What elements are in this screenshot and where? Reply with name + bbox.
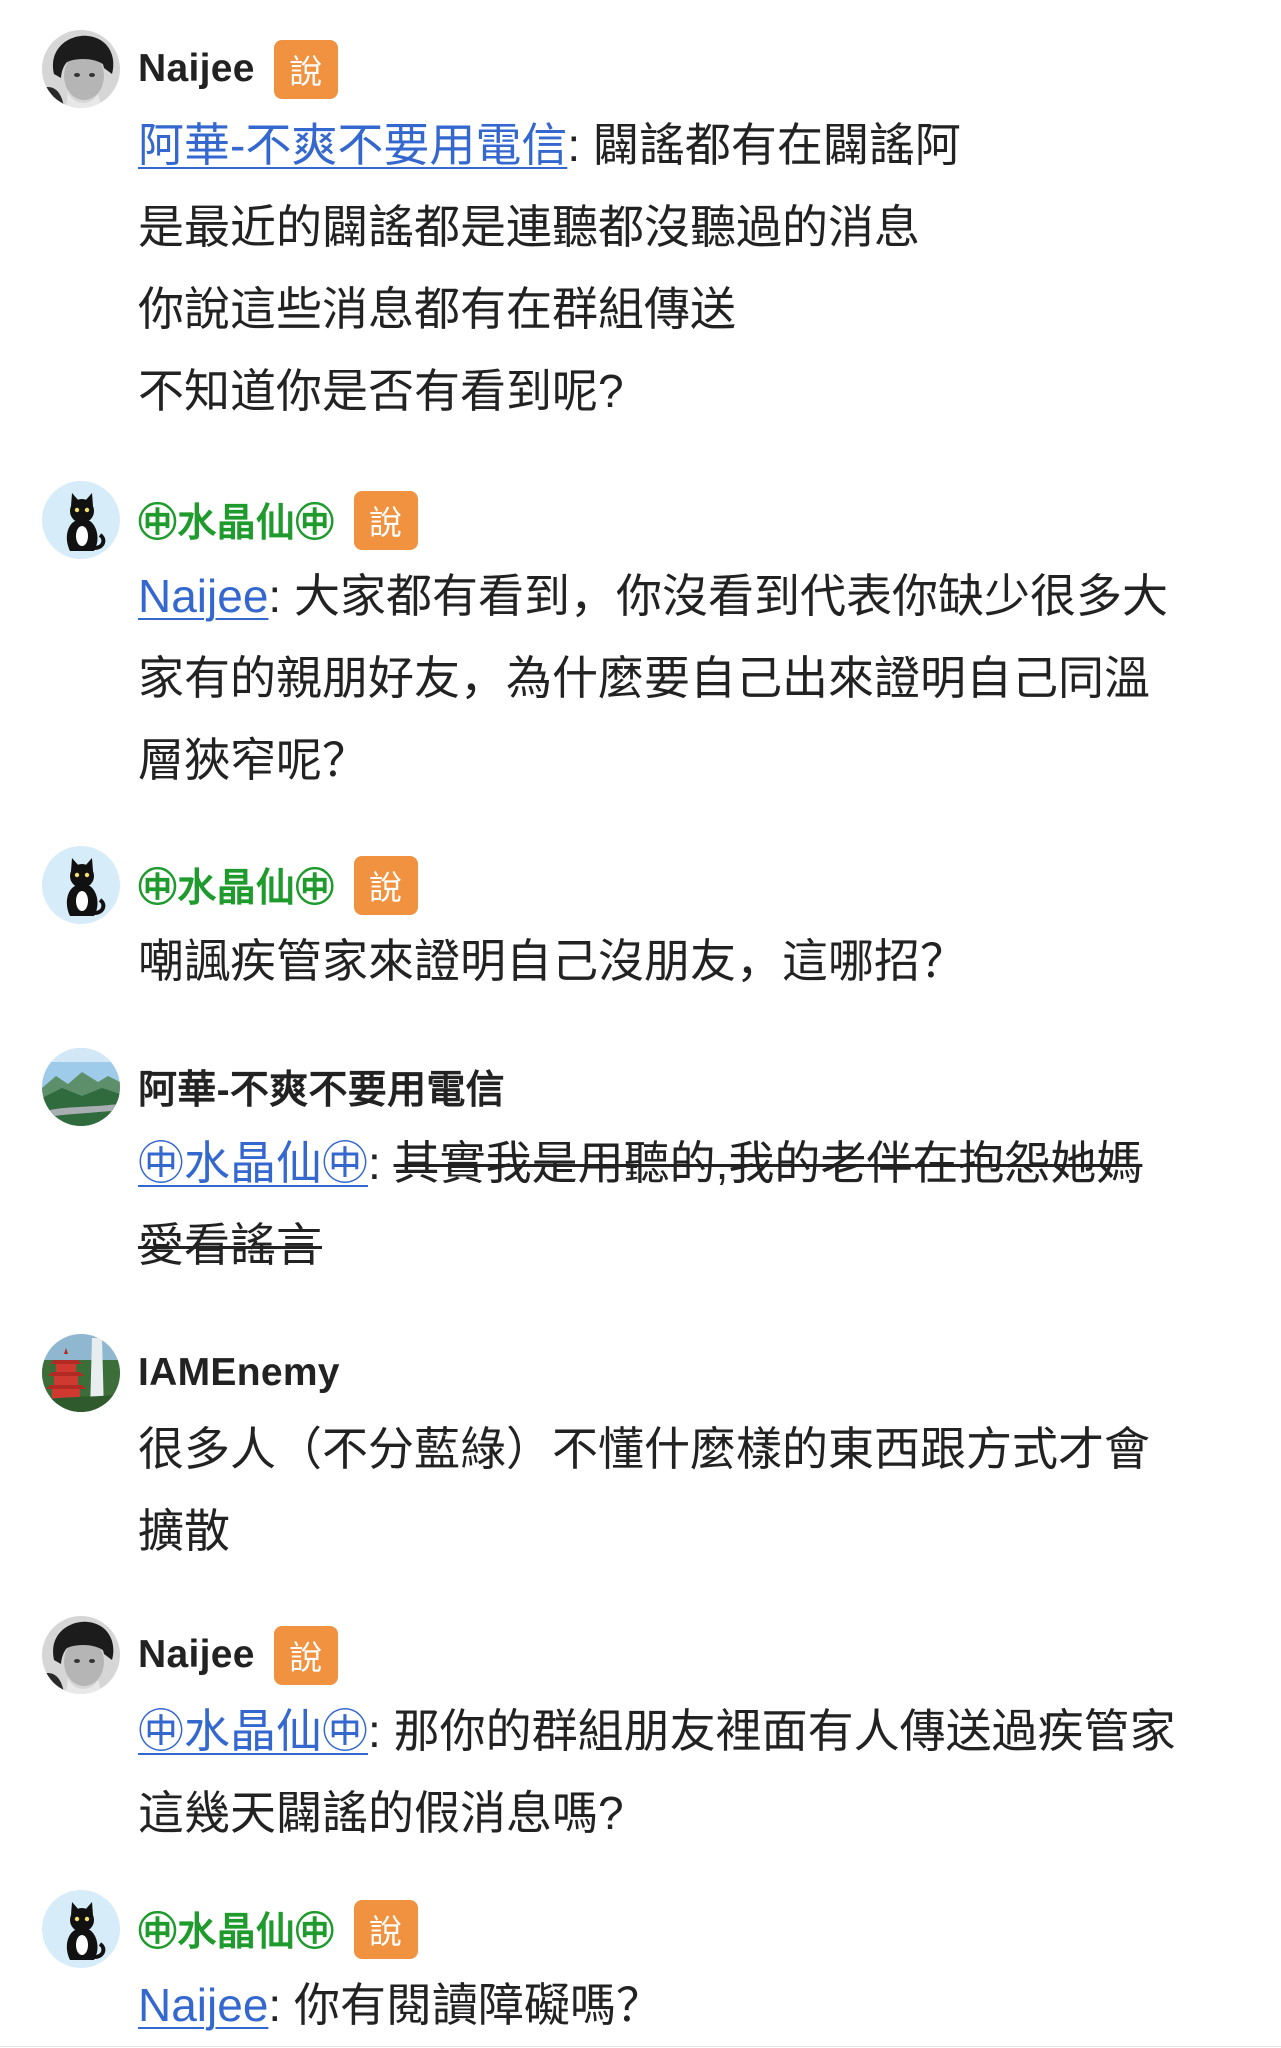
post-text: 是最近的闢謠都是連聽都沒聽過的消息 xyxy=(138,201,920,253)
post-text: 你說這些消息都有在群組傳送 xyxy=(138,283,736,335)
username[interactable]: ㊥水晶仙㊥ xyxy=(138,857,335,913)
post-text: 嘲諷疾管家來證明自己沒朋友，這哪招？ xyxy=(138,935,966,987)
post-header: 阿華-不爽不要用電信 xyxy=(138,1048,505,1126)
post-body: 阿華-不爽不要用電信: 闢謠都有在闢謠阿 是最近的闢謠都是連聽都沒聽過的消息 你… xyxy=(138,104,1258,432)
post: IAMEnemy 很多人（不分藍綠）不懂什麼樣的東西跟方式才會 擴散 xyxy=(0,1334,1281,1557)
say-badge: 說 xyxy=(353,490,418,550)
post-body: Naijee: 大家都有看到，你沒看到代表你缺少很多大 家有的親朋好友，為什麼要… xyxy=(138,555,1258,801)
post-header: IAMEnemy xyxy=(138,1334,340,1412)
post-header: ㊥水晶仙㊥ 說 xyxy=(138,481,418,559)
mention-separator: : xyxy=(368,1705,394,1757)
username[interactable]: Naijee xyxy=(138,47,255,91)
username[interactable]: IAMEnemy xyxy=(138,1351,340,1395)
post-body: 嘲諷疾管家來證明自己沒朋友，這哪招？ xyxy=(138,920,1258,1002)
post-header: ㊥水晶仙㊥ 說 xyxy=(138,1890,418,1968)
username[interactable]: ㊥水晶仙㊥ xyxy=(138,492,335,548)
post-text: 擴散 xyxy=(138,1505,230,1557)
post-line: 阿華-不爽不要用電信: 闢謠都有在闢謠阿 xyxy=(138,104,1258,186)
mountain-landscape-avatar[interactable] xyxy=(42,1048,120,1126)
post-body: Naijee: 你有閱讀障礙嗎？ xyxy=(138,1964,1258,2046)
post-text: 闢謠都有在闢謠阿 xyxy=(592,119,961,171)
post-text: 層狹窄呢？ xyxy=(138,734,368,786)
mention-separator: : xyxy=(567,119,593,171)
post-body: ㊥水晶仙㊥: 那你的群組朋友裡面有人傳送過疾管家 這幾天闢謠的假消息嗎? xyxy=(138,1690,1258,1854)
post-line: Naijee: 大家都有看到，你沒看到代表你缺少很多大 xyxy=(138,555,1258,637)
post-text: 你有閱讀障礙嗎？ xyxy=(293,1979,662,2031)
post: ㊥水晶仙㊥ 說 Naijee: 大家都有看到，你沒看到代表你缺少很多大 家有的親… xyxy=(0,481,1281,786)
mention-link[interactable]: ㊥水晶仙㊥ xyxy=(138,1705,368,1757)
username[interactable]: 阿華-不爽不要用電信 xyxy=(138,1059,505,1115)
post-line: Naijee: 你有閱讀障礙嗎？ xyxy=(138,1964,1258,2046)
post: Naijee 說 ㊥水晶仙㊥: 那你的群組朋友裡面有人傳送過疾管家 這幾天闢謠的… xyxy=(0,1616,1281,1839)
mention-separator: : xyxy=(368,1137,394,1189)
username[interactable]: Naijee xyxy=(138,1633,255,1677)
black-cat-avatar[interactable] xyxy=(42,1890,120,1968)
post: ㊥水晶仙㊥ 說 嘲諷疾管家來證明自己沒朋友，這哪招？ xyxy=(0,846,1281,987)
mention-separator: : xyxy=(268,1979,294,2031)
say-badge: 說 xyxy=(353,1899,418,1959)
person-photo-avatar[interactable] xyxy=(42,30,120,108)
mention-link[interactable]: 阿華-不爽不要用電信 xyxy=(138,119,567,171)
post-header: ㊥水晶仙㊥ 說 xyxy=(138,846,418,924)
bottom-divider xyxy=(0,2046,1281,2047)
struck-text: 愛看謠言 xyxy=(138,1219,322,1271)
post-text: 大家都有看到，你沒看到代表你缺少很多大 xyxy=(293,570,1168,622)
post-text: 那你的群組朋友裡面有人傳送過疾管家 xyxy=(393,1705,1176,1757)
mention-link[interactable]: Naijee xyxy=(138,570,268,622)
mention-link[interactable]: Naijee xyxy=(138,1979,268,2031)
post: Naijee 說 阿華-不爽不要用電信: 闢謠都有在闢謠阿 是最近的闢謠都是連聽… xyxy=(0,30,1281,417)
post-header: Naijee 說 xyxy=(138,30,338,108)
struck-text: 其實我是用聽的,我的老伴在抱怨她媽 xyxy=(393,1137,1143,1189)
post-header: Naijee 說 xyxy=(138,1616,338,1694)
post-body: ㊥水晶仙㊥: 其實我是用聽的,我的老伴在抱怨她媽 愛看謠言 xyxy=(138,1122,1258,1286)
pagoda-waterfall-avatar[interactable] xyxy=(42,1334,120,1412)
post-line: ㊥水晶仙㊥: 那你的群組朋友裡面有人傳送過疾管家 xyxy=(138,1690,1258,1772)
post: ㊥水晶仙㊥ 說 Naijee: 你有閱讀障礙嗎？ xyxy=(0,1890,1281,2031)
say-badge: 說 xyxy=(273,39,338,99)
black-cat-avatar[interactable] xyxy=(42,846,120,924)
post-text: 這幾天闢謠的假消息嗎? xyxy=(138,1787,624,1839)
post-text: 不知道你是否有看到呢? xyxy=(138,365,624,417)
mention-link[interactable]: ㊥水晶仙㊥ xyxy=(138,1137,368,1189)
say-badge: 說 xyxy=(273,1625,338,1685)
post: 阿華-不爽不要用電信 ㊥水晶仙㊥: 其實我是用聽的,我的老伴在抱怨她媽 愛看謠言 xyxy=(0,1048,1281,1271)
post-body: 很多人（不分藍綠）不懂什麼樣的東西跟方式才會 擴散 xyxy=(138,1408,1258,1572)
mention-separator: : xyxy=(268,570,294,622)
post-text: 很多人（不分藍綠）不懂什麼樣的東西跟方式才會 xyxy=(138,1423,1150,1475)
username[interactable]: ㊥水晶仙㊥ xyxy=(138,1901,335,1957)
say-badge: 說 xyxy=(353,855,418,915)
post-line: ㊥水晶仙㊥: 其實我是用聽的,我的老伴在抱怨她媽 xyxy=(138,1122,1258,1204)
person-photo-avatar[interactable] xyxy=(42,1616,120,1694)
post-text: 家有的親朋好友，為什麼要自己出來證明自己同溫 xyxy=(138,652,1150,704)
black-cat-avatar[interactable] xyxy=(42,481,120,559)
